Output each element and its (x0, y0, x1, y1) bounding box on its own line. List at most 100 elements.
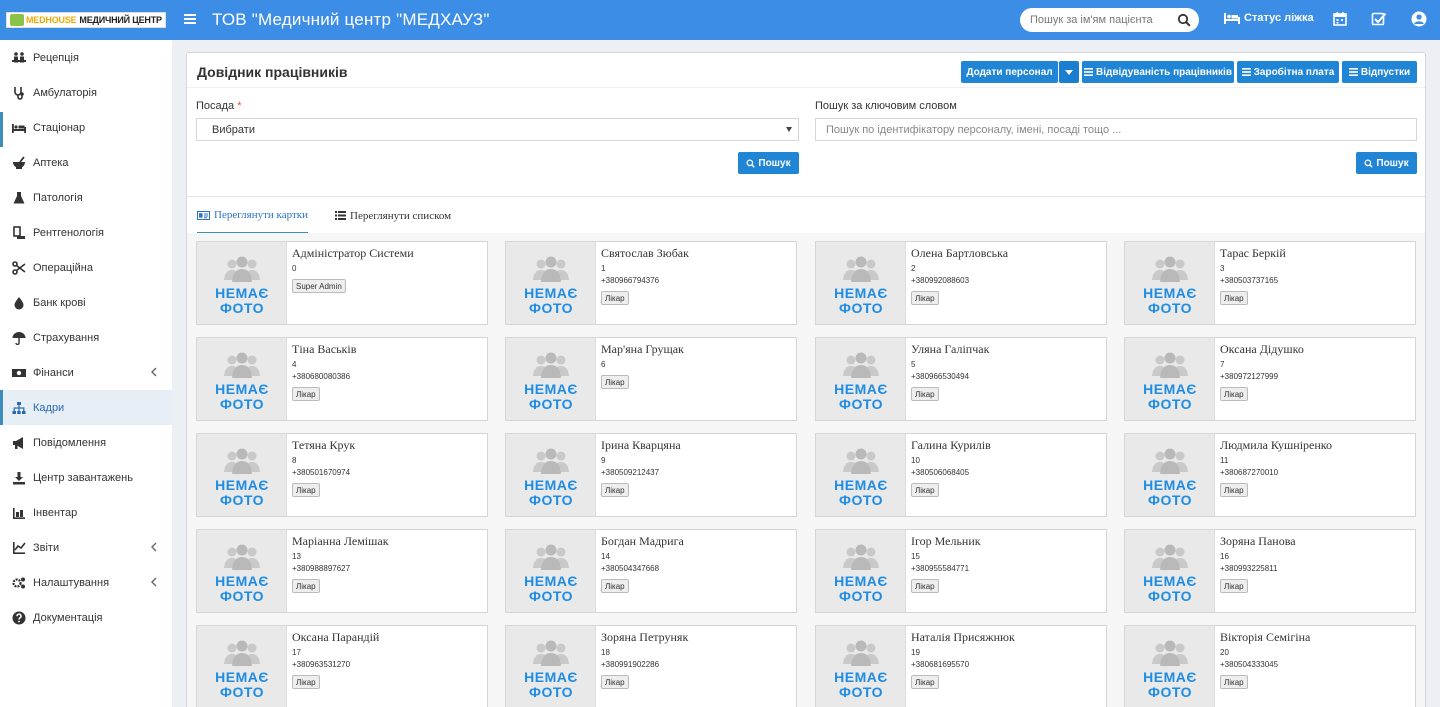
user-avatar-icon[interactable] (1411, 11, 1427, 27)
staff-card[interactable]: НЕМАЄ ФОТО Богдан Мадрига 14 +380504347668 Лі… (505, 529, 797, 613)
sidebar-item-14[interactable]: Звіти (0, 530, 172, 565)
users-icon (224, 352, 260, 378)
sidebar-item-13[interactable]: Інвентар (0, 495, 172, 530)
staff-card[interactable]: НЕМАЄ ФОТО Олена Бартловська 2 +380992088603… (815, 241, 1107, 325)
logo[interactable]: MEDHOUSE МЕДИЧНИЙ ЦЕНТР (0, 0, 172, 40)
staff-card[interactable]: НЕМАЄ ФОТО Святослав Зюбак 1 +380966794376 Лі… (505, 241, 797, 325)
calendar-icon[interactable] (1332, 11, 1348, 27)
search-icon[interactable] (1177, 13, 1191, 27)
staff-card[interactable]: НЕМАЄ ФОТО Оксана Дідушко 7 +380972127999 Лік… (1124, 337, 1416, 421)
staff-name[interactable]: Вікторія Семігіна (1220, 630, 1310, 645)
staff-card[interactable]: НЕМАЄ ФОТО Маріанна Лемішак 13 +380988897627… (196, 529, 488, 613)
staff-name[interactable]: Людмила Кушніренко (1220, 438, 1332, 453)
sidebar-item-5[interactable]: Рентгенологія (0, 215, 172, 250)
staff-card[interactable]: НЕМАЄ ФОТО Зоряна Панова 16 +380993225811 Лік… (1124, 529, 1416, 613)
staff-name[interactable]: Олена Бартловська (911, 246, 1008, 261)
staff-phone: +380955584771 (911, 564, 970, 573)
tab-list[interactable]: Переглянути списком (335, 198, 451, 233)
staff-card[interactable]: НЕМАЄ ФОТО Зоряна Петруняк 18 +380991902286 Л… (505, 625, 797, 707)
sidebar-item-6[interactable]: Операційна (0, 250, 172, 285)
staff-name[interactable]: Зоряна Панова (1220, 534, 1296, 549)
staff-name[interactable]: Тетяна Крук (292, 438, 355, 453)
search-button-left[interactable]: Пошук (738, 152, 799, 174)
position-select[interactable]: Вибрати (196, 118, 799, 141)
staff-name[interactable]: Богдан Мадрига (601, 534, 684, 549)
sidebar-item-11[interactable]: Повідомлення (0, 425, 172, 460)
staff-name[interactable]: Мар'яна Грущак (601, 342, 684, 357)
staff-name[interactable]: Галина Курилів (911, 438, 991, 453)
sidebar: Рецепція Амбулаторія Стаціонар Аптека Патоло… (0, 40, 172, 707)
staff-name[interactable]: Ірина Кварцяна (601, 438, 681, 453)
role-badge: Лікар (1220, 579, 1248, 593)
no-photo-text: НЕМАЄ ФОТО (197, 670, 287, 700)
sidebar-item-4[interactable]: Патологія (0, 180, 172, 215)
sidebar-item-10[interactable]: Кадри (0, 390, 172, 425)
sidebar-item-12[interactable]: Центр завантажень (0, 460, 172, 495)
staff-card[interactable]: НЕМАЄ ФОТО Наталія Присяжнюк 19 +38068169557… (815, 625, 1107, 707)
role-badge: Лікар (292, 579, 320, 593)
sidebar-item-15[interactable]: Налаштування (0, 565, 172, 600)
attendance-button[interactable]: Відвідуваність працівників (1082, 61, 1234, 83)
staff-name[interactable]: Тарас Беркій (1220, 246, 1286, 261)
staff-card[interactable]: НЕМАЄ ФОТО Ігор Мельник 15 +380955584771 Ліка… (815, 529, 1107, 613)
staff-name[interactable]: Ігор Мельник (911, 534, 981, 549)
no-photo-line-1: НЕМАЄ (834, 669, 888, 685)
staff-id: 10 (911, 456, 920, 465)
staff-card[interactable]: НЕМАЄ ФОТО Оксана Парандій 17 +380963531270 Л… (196, 625, 488, 707)
sidebar-item-9[interactable]: Фінанси (0, 355, 172, 390)
staff-name[interactable]: Адміністратор Системи (292, 246, 414, 261)
sidebar-item-7[interactable]: Банк крові (0, 285, 172, 320)
bed-status-button[interactable]: Статус ліжка (1224, 12, 1314, 24)
sidebar-item-label: Амбулаторія (33, 86, 97, 99)
staff-card[interactable]: НЕМАЄ ФОТО Ірина Кварцяна 9 +380509212437 Лік… (505, 433, 797, 517)
no-photo-text: НЕМАЄ ФОТО (197, 574, 287, 604)
sidebar-item-label: Стаціонар (33, 121, 86, 134)
staff-card[interactable]: НЕМАЄ ФОТО Людмила Кушніренко 11 +3806872700… (1124, 433, 1416, 517)
list-icon (335, 211, 346, 220)
menu-toggle-icon[interactable] (184, 12, 196, 26)
staff-name[interactable]: Тіна Васьків (292, 342, 356, 357)
sidebar-item-2[interactable]: Стаціонар (0, 110, 172, 145)
staff-card[interactable]: НЕМАЄ ФОТО Адміністратор Системи 0 Super Adm… (196, 241, 488, 325)
sidebar-item-8[interactable]: Страхування (0, 320, 172, 355)
staff-name[interactable]: Святослав Зюбак (601, 246, 689, 261)
role-badge: Лікар (1220, 387, 1248, 401)
keyword-search-input[interactable] (815, 118, 1417, 141)
staff-name[interactable]: Маріанна Лемішак (292, 534, 389, 549)
staff-card[interactable]: НЕМАЄ ФОТО Тетяна Крук 8 +380501670974 Лікар (196, 433, 488, 517)
sidebar-item-16[interactable]: Документація (0, 600, 172, 635)
staff-name[interactable]: Оксана Дідушко (1220, 342, 1304, 357)
tab-cards[interactable]: Переглянути картки (197, 198, 308, 234)
chevron-left-icon (150, 542, 158, 552)
users-icon (533, 352, 569, 378)
sidebar-item-3[interactable]: Аптека (0, 145, 172, 180)
search-button-right[interactable]: Пошук (1356, 152, 1417, 174)
bullhorn-icon (12, 436, 26, 450)
add-staff-button[interactable]: Додати персонал (961, 61, 1058, 83)
staff-card[interactable]: НЕМАЄ ФОТО Мар'яна Грущак 6 Лікар (505, 337, 797, 421)
patient-search-input[interactable] (1030, 12, 1170, 28)
patient-search (1020, 8, 1199, 32)
sidebar-item-1[interactable]: Амбулаторія (0, 75, 172, 110)
staff-card[interactable]: НЕМАЄ ФОТО Уляна Галіпчак 5 +380966530494 Лік… (815, 337, 1107, 421)
no-photo-line-1: НЕМАЄ (1143, 477, 1197, 493)
no-photo-line-1: НЕМАЄ (1143, 669, 1197, 685)
users-icon (533, 544, 569, 570)
no-photo-text: НЕМАЄ ФОТО (197, 478, 287, 508)
checklist-icon[interactable] (1371, 11, 1387, 27)
staff-name[interactable]: Зоряна Петруняк (601, 630, 688, 645)
sidebar-item-label: Банк крові (33, 296, 86, 309)
staff-card[interactable]: НЕМАЄ ФОТО Тіна Васьків 4 +380680080386 Лікар (196, 337, 488, 421)
role-badge: Лікар (911, 387, 939, 401)
staff-card[interactable]: НЕМАЄ ФОТО Вікторія Семігіна 20 +38050433304… (1124, 625, 1416, 707)
staff-name[interactable]: Наталія Присяжнюк (911, 630, 1015, 645)
staff-name[interactable]: Оксана Парандій (292, 630, 379, 645)
staff-card[interactable]: НЕМАЄ ФОТО Галина Курилів 10 +380506068405 Лі… (815, 433, 1107, 517)
add-staff-dropdown-button[interactable] (1059, 61, 1079, 83)
salary-button[interactable]: Заробітна плата (1237, 61, 1339, 83)
sidebar-item-0[interactable]: Рецепція (0, 40, 172, 75)
staff-card[interactable]: НЕМАЄ ФОТО Тарас Беркій 3 +380503737165 Лікар (1124, 241, 1416, 325)
vacations-button[interactable]: Відпустки (1342, 61, 1417, 83)
staff-name[interactable]: Уляна Галіпчак (911, 342, 989, 357)
scissors-icon (12, 260, 26, 275)
